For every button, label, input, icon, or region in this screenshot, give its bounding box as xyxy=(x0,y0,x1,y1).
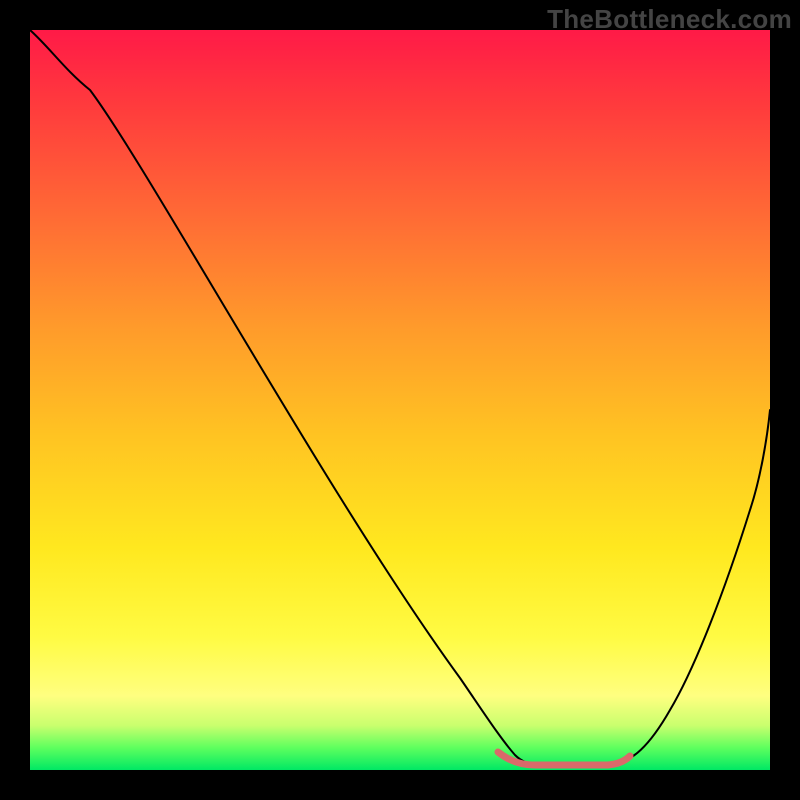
curve-layer xyxy=(30,30,770,770)
chart-stage: TheBottleneck.com xyxy=(0,0,800,800)
watermark-text: TheBottleneck.com xyxy=(547,4,792,35)
plot-area xyxy=(30,30,770,770)
bottleneck-curve xyxy=(30,30,770,765)
